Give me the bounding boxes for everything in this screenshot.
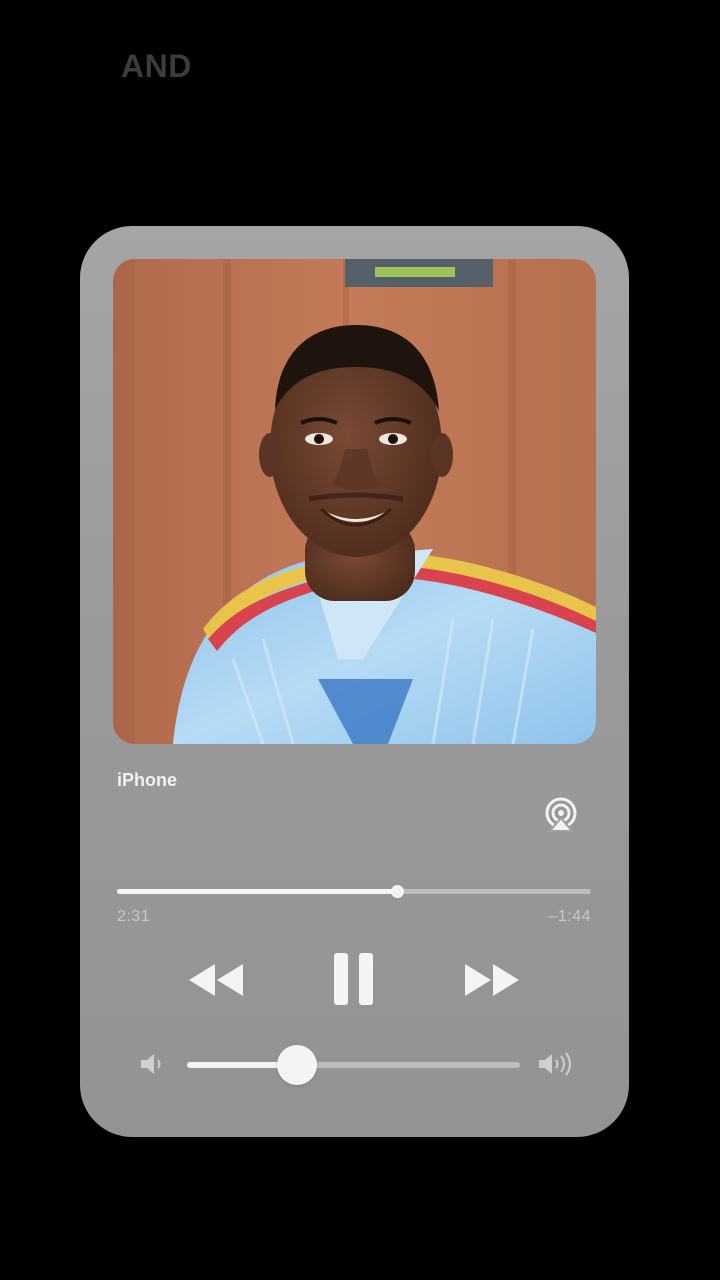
pause-button[interactable] [332,951,376,1007]
fast-forward-icon [465,964,519,996]
output-device-label: iPhone [117,770,178,790]
playback-progress-bar[interactable] [117,885,591,898]
progress-scrubber[interactable] [390,885,404,898]
now-playing-card: iPhone 2:31 –1:44 [80,226,629,1137]
speaker-high-icon [536,1050,576,1078]
elapsed-time: 2:31 [117,908,151,925]
volume-slider[interactable] [187,1045,520,1085]
screen: AND iPhone 2:31 –1:44 [0,0,720,1280]
progress-fill [117,889,397,894]
rewind-icon [189,964,243,996]
pause-icon [334,953,373,1005]
album-artwork [113,259,596,744]
overlay-title: AND [121,48,192,84]
fast-forward-button[interactable] [463,960,521,1000]
speaker-low-icon [138,1050,166,1078]
remaining-time: –1:44 [548,908,591,925]
airplay-icon[interactable] [542,796,580,834]
rewind-button[interactable] [187,960,245,1000]
volume-knob[interactable] [276,1045,317,1085]
